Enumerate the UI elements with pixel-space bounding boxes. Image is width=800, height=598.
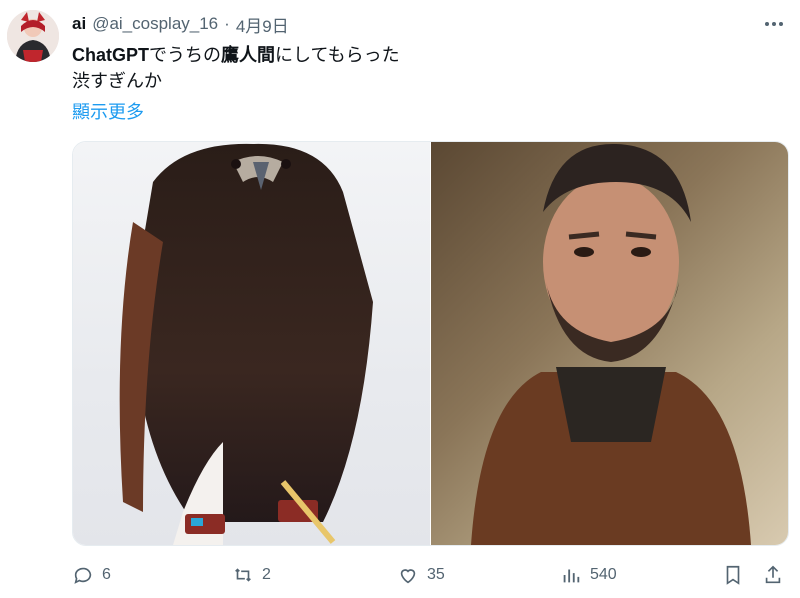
hawk-image[interactable] bbox=[73, 142, 430, 545]
like-button[interactable]: 35 bbox=[397, 562, 445, 588]
show-more-link[interactable]: 顯示更多 bbox=[72, 98, 144, 124]
repost-count: 2 bbox=[262, 566, 271, 583]
avatar[interactable] bbox=[7, 10, 59, 62]
reply-icon bbox=[74, 567, 92, 584]
share-icon bbox=[765, 565, 781, 584]
more-icon bbox=[765, 22, 783, 26]
reply-button[interactable]: 6 bbox=[72, 562, 111, 588]
tweet-actions: 6 2 35 540 bbox=[72, 562, 787, 588]
repost-icon bbox=[235, 568, 251, 582]
bookmark-icon bbox=[726, 565, 740, 585]
text-bold-hawkman: 鷹人間 bbox=[221, 45, 276, 65]
text-segment: にしてもらった bbox=[275, 45, 400, 65]
repost-button[interactable]: 2 bbox=[232, 562, 271, 588]
text-segment: でうちの bbox=[149, 45, 222, 65]
tweet-text: ChatGPTでうちの鷹人間にしてもらった 渋すぎんか bbox=[72, 42, 400, 94]
share-button[interactable] bbox=[762, 562, 784, 588]
views-chart-icon bbox=[563, 569, 580, 583]
views-count: 540 bbox=[590, 566, 617, 583]
display-name[interactable]: ai bbox=[72, 14, 86, 34]
more-options-button[interactable] bbox=[762, 14, 786, 34]
user-handle[interactable]: @ai_cosplay_16 bbox=[92, 14, 218, 34]
man-illustration bbox=[471, 143, 751, 545]
tweet-text-line-2: 渋すぎんか bbox=[72, 71, 162, 91]
tweet-text-line-1: ChatGPTでうちの鷹人間にしてもらった bbox=[72, 42, 400, 68]
tweet-header: ai @ai_cosplay_16 · 4月9日 bbox=[72, 12, 289, 37]
text-bold-chatgpt: ChatGPT bbox=[72, 45, 150, 65]
media-grid bbox=[72, 141, 789, 546]
heart-icon bbox=[400, 569, 416, 584]
bookmark-button[interactable] bbox=[722, 562, 744, 588]
man-image[interactable] bbox=[431, 142, 788, 545]
avatar-image bbox=[7, 10, 59, 62]
views-button[interactable]: 540 bbox=[560, 562, 617, 588]
reply-count: 6 bbox=[102, 566, 111, 583]
separator-dot: · bbox=[224, 14, 230, 33]
tweet-date[interactable]: 4月9日 bbox=[236, 12, 289, 37]
like-count: 35 bbox=[427, 566, 445, 583]
hawk-illustration bbox=[119, 143, 373, 545]
